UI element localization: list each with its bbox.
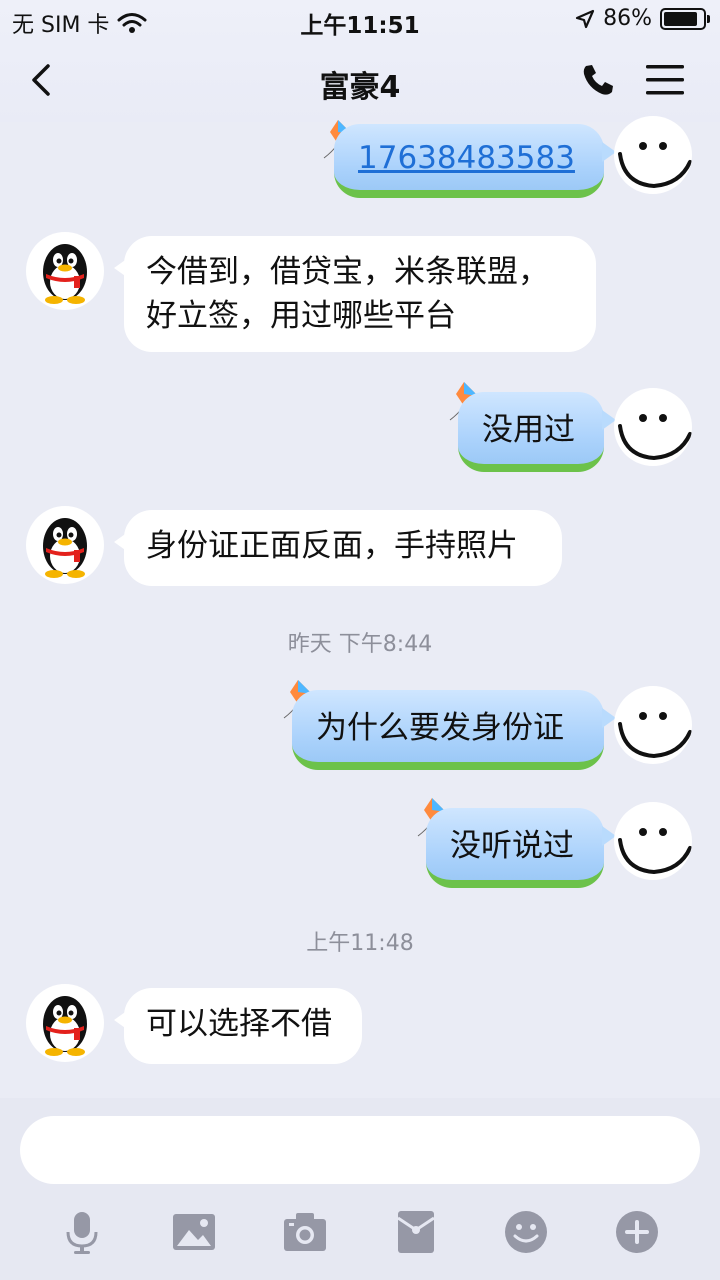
input-area — [0, 1098, 720, 1280]
message-line: 今借到，借贷宝，米条联盟， — [146, 254, 549, 290]
message-bubble[interactable]: 身份证正面反面，手持照片 — [114, 510, 562, 586]
message-bubble[interactable]: 没用过 — [458, 392, 616, 472]
penguin-avatar-icon — [43, 518, 87, 578]
smiley-face-icon — [618, 712, 692, 759]
timestamp: 昨天 下午8:44 — [287, 632, 433, 657]
input-toolbar — [0, 1198, 720, 1268]
microphone-icon[interactable] — [58, 1208, 106, 1256]
message-text: 没听说过 — [450, 828, 574, 864]
phone-number-link[interactable]: 17638483583 — [358, 140, 575, 176]
smiley-face-icon — [618, 142, 692, 189]
contact-avatar[interactable] — [26, 506, 104, 584]
penguin-avatar-icon — [43, 244, 87, 304]
contact-avatar[interactable] — [26, 232, 104, 310]
penguin-avatar-icon — [43, 996, 87, 1056]
phone-call-icon[interactable] — [578, 60, 618, 100]
message-bubble[interactable]: 17638483583 — [334, 124, 616, 198]
image-icon[interactable] — [170, 1208, 218, 1256]
top-bar: 无 SIM 卡 上午11:51 86% 富豪4 — [0, 0, 720, 122]
smiley-face-icon — [618, 828, 692, 875]
message-bubble[interactable]: 今借到，借贷宝，米条联盟， 好立签，用过哪些平台 — [114, 236, 596, 352]
message-input[interactable] — [20, 1116, 700, 1184]
location-arrow-icon — [575, 9, 595, 28]
contact-avatar[interactable] — [26, 984, 104, 1062]
timestamp: 上午11:48 — [306, 931, 414, 956]
my-avatar[interactable] — [614, 116, 692, 194]
battery-icon — [660, 7, 710, 30]
message-text: 没用过 — [482, 412, 575, 448]
plus-icon[interactable] — [613, 1208, 661, 1256]
my-avatar[interactable] — [614, 388, 692, 466]
camera-icon[interactable] — [281, 1208, 329, 1256]
message-text: 身份证正面反面，手持照片 — [146, 528, 518, 564]
status-bar: 无 SIM 卡 上午11:51 86% — [0, 0, 720, 40]
message-bubble[interactable]: 没听说过 — [426, 808, 616, 888]
nav-bar: 富豪4 — [0, 46, 720, 116]
message-text: 为什么要发身份证 — [316, 710, 564, 746]
status-right: 86% — [575, 6, 710, 31]
battery-fill — [664, 11, 697, 26]
message-line: 好立签，用过哪些平台 — [146, 298, 456, 334]
emoji-icon[interactable] — [502, 1208, 550, 1256]
battery-percent: 86% — [603, 6, 652, 31]
message-bubble[interactable]: 可以选择不借 — [114, 988, 362, 1064]
my-avatar[interactable] — [614, 802, 692, 880]
message-text: 可以选择不借 — [146, 1006, 332, 1042]
menu-icon[interactable] — [644, 62, 686, 98]
smiley-face-icon — [618, 414, 692, 461]
my-avatar[interactable] — [614, 686, 692, 764]
message-bubble[interactable]: 为什么要发身份证 — [292, 690, 616, 770]
red-packet-icon[interactable] — [392, 1208, 440, 1256]
